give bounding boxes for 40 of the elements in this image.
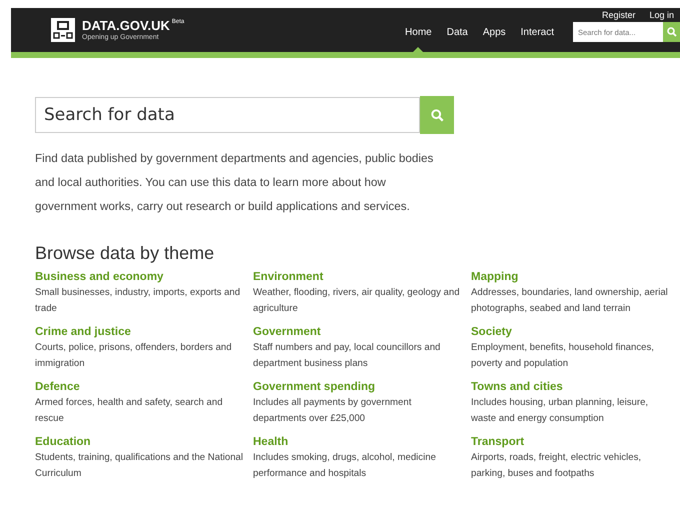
- search-button[interactable]: [663, 22, 680, 42]
- nav-link[interactable]: Home: [405, 22, 432, 52]
- site-title[interactable]: DATA.GOV.UK: [82, 18, 170, 32]
- theme-link[interactable]: Business and economy: [35, 270, 164, 285]
- theme-link[interactable]: Education: [35, 435, 91, 450]
- nav-link[interactable]: Data: [446, 22, 468, 52]
- section-heading: Browse data by theme: [35, 243, 216, 264]
- theme-link[interactable]: Towns and cities: [471, 380, 563, 395]
- search-icon: [666, 27, 676, 37]
- theme-description: Weather, flooding, rivers, air quality, geology and agriculture: [253, 286, 461, 316]
- search-icon: [430, 108, 444, 122]
- theme-description: Airports, roads, freight, electric vehicles, parking, buses and footpaths: [471, 451, 642, 481]
- theme-description: Staff numbers and pay, local councillors and department business plans: [253, 341, 442, 371]
- intro-text: Find data published by government departments and agencies, public bodies and local authorities. You can use this data to learn more about how government works, carry out research or build applications and services.: [35, 151, 434, 215]
- theme-link[interactable]: Health: [253, 435, 288, 450]
- theme-link[interactable]: Society: [471, 325, 512, 340]
- nav-link[interactable]: Apps: [482, 22, 506, 52]
- theme-description: Includes smoking, drugs, alcohol, medicine performance and hospitals: [253, 451, 437, 481]
- account-link[interactable]: Register: [602, 10, 636, 20]
- theme-description: Includes housing, urban planning, leisure, waste and energy consumption: [471, 396, 650, 426]
- triangle-icon: [413, 47, 424, 52]
- theme-link[interactable]: Government spending: [253, 380, 376, 395]
- search-button[interactable]: [420, 96, 454, 134]
- theme-link[interactable]: Mapping: [471, 270, 518, 285]
- account-link[interactable]: Log in: [649, 10, 674, 20]
- theme-link[interactable]: Crime and justice: [35, 325, 131, 340]
- theme-link[interactable]: Government: [253, 325, 321, 340]
- logo-icon[interactable]: [51, 18, 75, 42]
- theme-description: Students, training, qualifications and the National Curriculum: [35, 451, 244, 481]
- theme-description: Employment, benefits, household finances, poverty and population: [471, 341, 655, 371]
- search-field[interactable]: Search for data: [35, 97, 420, 133]
- theme-description: Small businesses, industry, imports, exports and trade: [35, 286, 242, 316]
- theme-description: Includes all payments by government departments over £25,000: [253, 396, 412, 426]
- theme-description: Addresses, boundaries, land ownership, aerial photographs, seabed and land terrain: [471, 286, 669, 316]
- theme-link[interactable]: Environment: [253, 270, 324, 285]
- theme-description: Armed forces, health and safety, search and rescue: [35, 396, 224, 426]
- theme-description: Courts, police, prisons, offenders, borders and immigration: [35, 341, 233, 371]
- nav-link[interactable]: Interact: [520, 22, 554, 52]
- theme-link[interactable]: Defence: [35, 380, 80, 395]
- theme-link[interactable]: Transport: [471, 435, 524, 450]
